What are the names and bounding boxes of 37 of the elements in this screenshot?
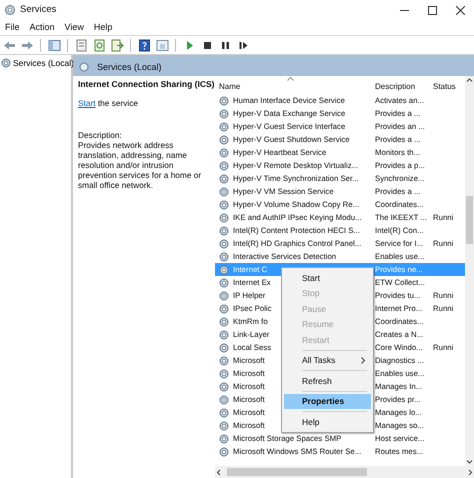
scroll-right-icon[interactable] bbox=[466, 468, 474, 476]
scroll-thumb[interactable] bbox=[227, 468, 367, 476]
scroll-up-icon[interactable] bbox=[465, 76, 474, 84]
column-header[interactable]: Name bbox=[215, 82, 375, 92]
menu-item[interactable]: Refresh bbox=[284, 373, 371, 388]
vertical-scrollbar[interactable] bbox=[465, 76, 474, 466]
menu-item[interactable]: Action bbox=[24, 22, 60, 33]
console-tree-icon[interactable] bbox=[47, 38, 61, 52]
scroll-thumb[interactable] bbox=[466, 196, 473, 244]
column-header[interactable]: Description bbox=[375, 82, 433, 92]
menu-item[interactable]: Properties bbox=[284, 394, 371, 409]
description-label: Description: bbox=[78, 131, 123, 142]
scroll-down-icon[interactable] bbox=[465, 458, 474, 466]
services-app-icon bbox=[4, 4, 16, 16]
menu-item[interactable]: Start bbox=[284, 270, 371, 286]
properties-icon[interactable] bbox=[74, 38, 88, 52]
start-link[interactable]: Start bbox=[78, 98, 96, 108]
menu-item[interactable]: Help bbox=[88, 22, 118, 33]
description-text: Provides network address translation, addressing, name resolution and/or intrusion prevention services for a home or small office network. bbox=[78, 141, 202, 191]
horizontal-scrollbar[interactable] bbox=[215, 466, 474, 478]
maximize-icon bbox=[428, 6, 436, 14]
menu-item[interactable]: File bbox=[0, 22, 25, 33]
menu-item[interactable]: View bbox=[60, 22, 89, 33]
window-title: Services bbox=[20, 4, 56, 16]
export-icon[interactable] bbox=[110, 38, 124, 52]
start-service-text: Start the service bbox=[78, 99, 139, 110]
close-icon bbox=[456, 6, 464, 14]
refresh-icon[interactable] bbox=[92, 38, 106, 52]
panel-title: Services (Local) bbox=[97, 62, 162, 72]
services-icon bbox=[79, 62, 89, 72]
menu-item[interactable]: All Tasks bbox=[284, 352, 371, 368]
sort-icon bbox=[287, 77, 294, 81]
help-icon[interactable] bbox=[137, 38, 151, 52]
menu-item[interactable]: Help bbox=[284, 414, 371, 430]
services-icon bbox=[1, 58, 11, 68]
column-header[interactable]: Status bbox=[433, 82, 459, 92]
scroll-left-icon[interactable] bbox=[215, 468, 223, 476]
